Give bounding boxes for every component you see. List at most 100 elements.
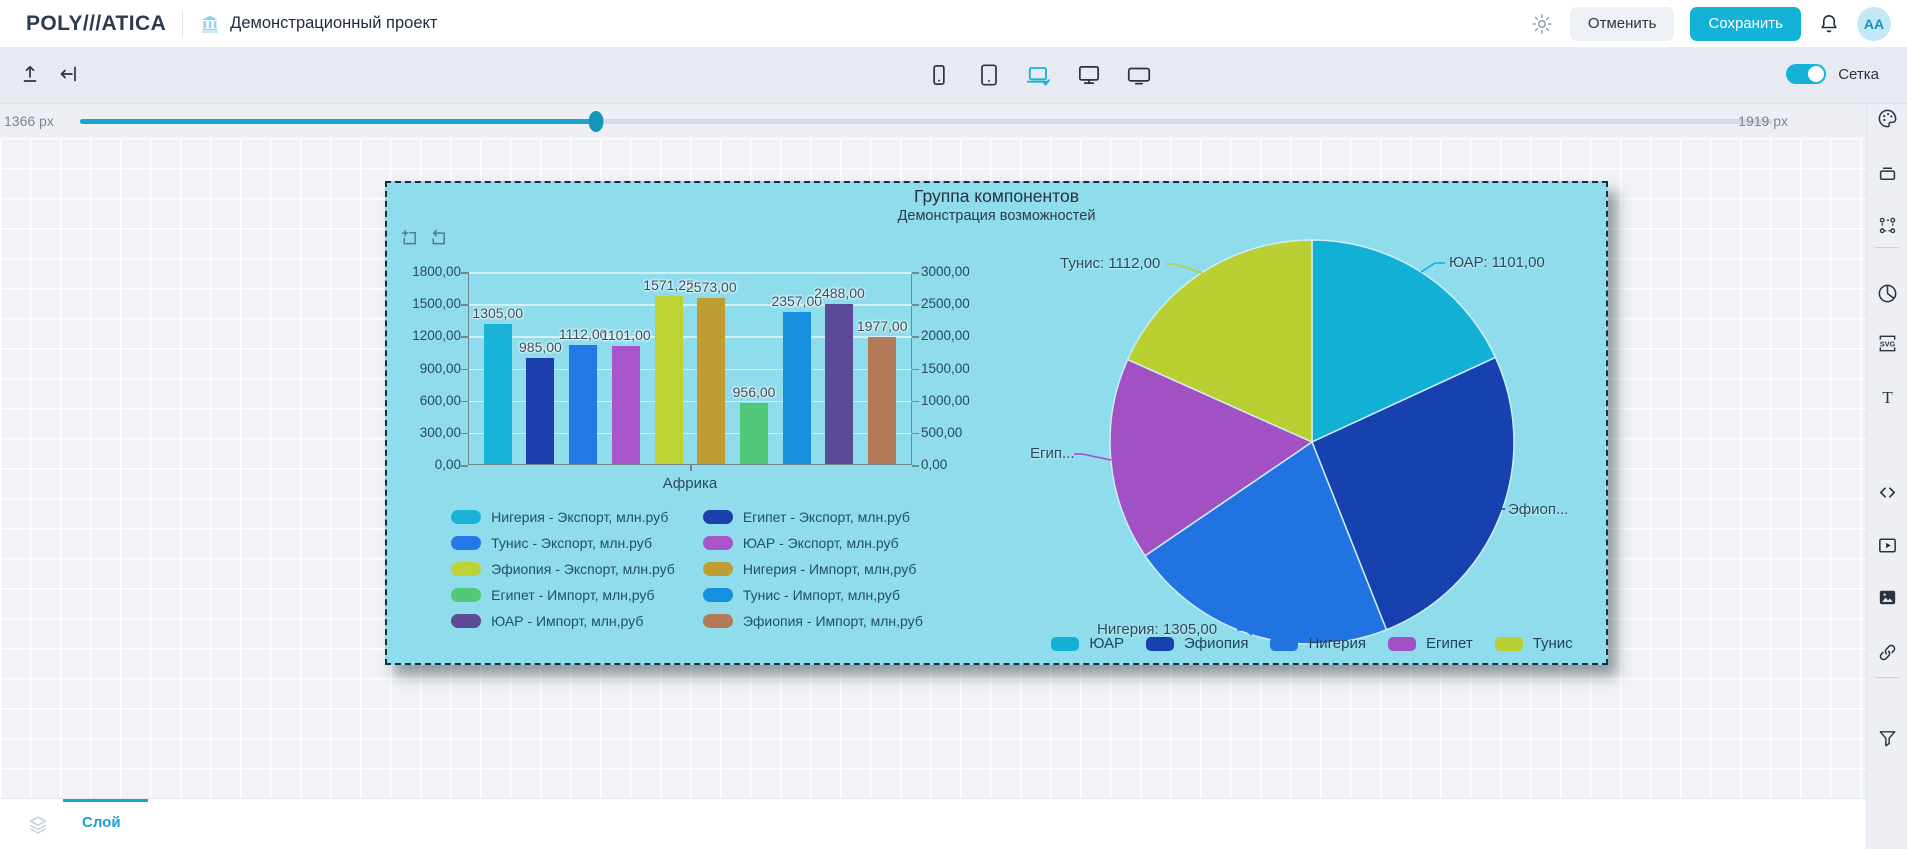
slider-max-label: 1919 px [1738, 113, 1788, 129]
pie-callout-ЮАР: ЮАР: 1101,00 [1449, 254, 1545, 271]
code-icon[interactable] [1876, 481, 1899, 504]
toggle-knob [1808, 66, 1824, 82]
legend-item[interactable]: Египет - Импорт, млн,руб [451, 587, 675, 603]
svg-icon[interactable]: SVG [1876, 332, 1899, 355]
legend-swatch [1495, 637, 1523, 651]
user-avatar[interactable]: AA [1857, 7, 1891, 41]
components-icon[interactable] [1876, 162, 1899, 185]
header-divider [182, 11, 183, 37]
filter-icon[interactable] [1876, 727, 1899, 750]
chart-pie-icon[interactable] [1876, 282, 1899, 305]
bar-Египет - Импорт, млн,руб: 956,00 [740, 272, 768, 464]
pie-legend-item[interactable]: ЮАР [1051, 635, 1124, 652]
undo-frame-icon[interactable] [428, 227, 449, 248]
legend-swatch [703, 562, 733, 576]
legend-label: Эфиопия - Экспорт, млн.руб [491, 561, 675, 577]
pie-leader-line [1421, 263, 1445, 272]
legend-item[interactable]: Нигерия - Экспорт, млн.руб [451, 509, 675, 525]
pie-chart-legend: ЮАР Эфиопия Нигерия Египет Тунис [1012, 635, 1612, 652]
left-axis-tick-label: 0,00 [387, 457, 461, 472]
legend-item[interactable]: ЮАР - Экспорт, млн.руб [703, 535, 923, 551]
top-header: POLY///ATICA Демонстрационный проект Отм… [0, 0, 1907, 48]
upload-icon[interactable] [18, 62, 42, 86]
layers-icon[interactable] [26, 813, 50, 842]
bar-rect [783, 312, 811, 464]
sidebar-divider [1875, 677, 1900, 678]
bar-rect [655, 296, 683, 464]
bottom-bar: Слой [0, 798, 1866, 849]
app-logo: POLY///ATICA [26, 12, 166, 36]
axis-tickmark [461, 465, 468, 467]
left-axis-tick-label: 600,00 [387, 393, 461, 408]
pie-callout-Эфиопия: Эфиоп... [1508, 501, 1568, 518]
device-phone-icon[interactable] [925, 62, 953, 90]
legend-swatch [451, 562, 481, 576]
right-axis-tick-label: 2000,00 [921, 328, 1001, 343]
save-button[interactable]: Сохранить [1690, 7, 1801, 41]
legend-swatch [451, 614, 481, 628]
pie-slice-Египет [1110, 360, 1312, 556]
axis-tickmark [912, 369, 919, 371]
bar-ЮАР - Импорт, млн,руб: 2488,00 [825, 272, 853, 464]
bar-Тунис - Экспорт, млн.руб: 1112,00 [569, 272, 597, 464]
image-icon[interactable] [1876, 586, 1899, 609]
bar-value-label: 2488,00 [814, 285, 865, 301]
group-select-icon[interactable] [1876, 214, 1899, 237]
add-frame-icon[interactable] [399, 227, 420, 248]
collapse-left-icon[interactable] [56, 62, 80, 86]
axis-tickmark [461, 401, 468, 403]
tab-layer[interactable]: Слой [70, 812, 133, 833]
axis-tickmark [912, 401, 919, 403]
width-slider-handle[interactable] [589, 111, 604, 132]
bar-value-label: 1977,00 [857, 318, 908, 334]
legend-item[interactable]: Эфиопия - Экспорт, млн.руб [451, 561, 675, 577]
pie-legend-item[interactable]: Эфиопия [1146, 635, 1248, 652]
slider-min-label: 1366 px [4, 113, 54, 129]
pie-legend-item[interactable]: Тунис [1495, 635, 1573, 652]
cancel-button[interactable]: Отменить [1570, 7, 1675, 41]
device-desktop-icon[interactable] [1075, 62, 1103, 90]
bar-Нигерия - Экспорт, млн.руб: 1305,00 [484, 272, 512, 464]
legend-item[interactable]: Эфиопия - Импорт, млн,руб [703, 613, 923, 629]
bar-Нигерия - Импорт, млн,руб: 2573,00 [697, 272, 725, 464]
canvas-width-slider-row: 1366 px 1919 px [0, 104, 1866, 138]
components-sidebar: SVG T [1866, 104, 1907, 849]
axis-tickmark [912, 304, 919, 306]
legend-swatch [703, 536, 733, 550]
project-title: Демонстрационный проект [230, 14, 437, 33]
legend-label: Нигерия - Импорт, млн,руб [743, 561, 917, 577]
legend-item[interactable]: Тунис - Экспорт, млн.руб [451, 535, 675, 551]
right-axis-tick-label: 0,00 [921, 457, 1001, 472]
legend-swatch [703, 510, 733, 524]
legend-item[interactable]: Тунис - Импорт, млн,руб [703, 587, 923, 603]
pie-legend-item[interactable]: Египет [1388, 635, 1473, 652]
legend-item[interactable]: Нигерия - Импорт, млн,руб [703, 561, 923, 577]
pie-legend-item[interactable]: Нигерия [1270, 635, 1366, 652]
component-group-subtitle: Демонстрация возможностей [387, 208, 1606, 224]
right-axis-tick-label: 1000,00 [921, 393, 1001, 408]
sidebar-divider [1875, 247, 1900, 248]
bar-value-label: 1101,00 [601, 327, 651, 343]
text-icon[interactable]: T [1876, 386, 1899, 409]
axis-tickmark [461, 272, 468, 274]
device-laptop-icon[interactable] [1025, 62, 1053, 90]
device-tablet-icon[interactable] [975, 62, 1003, 90]
pie-slice-Эфиопия [1312, 357, 1514, 629]
legend-label: ЮАР [1089, 635, 1124, 652]
legend-swatch [451, 588, 481, 602]
link-icon[interactable] [1876, 641, 1899, 664]
left-axis-tick-label: 300,00 [387, 425, 461, 440]
axis-tickmark [912, 336, 919, 338]
palette-icon[interactable] [1876, 107, 1899, 130]
media-icon[interactable] [1876, 534, 1899, 557]
width-slider[interactable] [80, 119, 1773, 124]
settings-gear-icon[interactable] [1530, 12, 1554, 36]
legend-item[interactable]: ЮАР - Импорт, млн,руб [451, 613, 675, 629]
legend-label: Нигерия [1308, 635, 1366, 652]
notifications-bell-icon[interactable] [1817, 12, 1841, 36]
component-group[interactable]: Группа компонентов Демонстрация возможно… [385, 181, 1608, 665]
legend-item[interactable]: Египет - Экспорт, млн.руб [703, 509, 923, 525]
grid-toggle[interactable] [1786, 64, 1826, 84]
bar-Египет - Экспорт, млн.руб: 985,00 [526, 272, 554, 464]
device-tv-icon[interactable] [1125, 62, 1153, 90]
